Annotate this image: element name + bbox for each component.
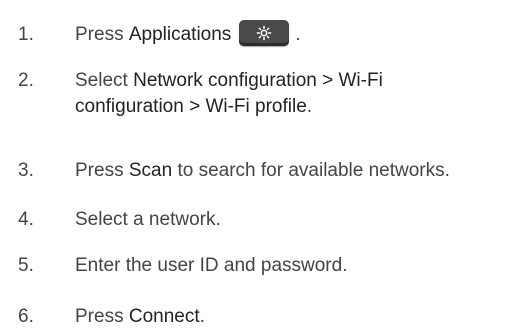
step-text-line-1: Select Network configuration > Wi-Fi	[75, 68, 530, 94]
step-number: 2.	[18, 70, 34, 91]
step-text-prefix: Select	[75, 70, 134, 91]
applications-key	[239, 19, 290, 46]
step-number: 6.	[18, 306, 34, 327]
step-text-line-2: configuration > Wi-Fi profile.	[75, 94, 530, 120]
gear-icon	[256, 25, 272, 41]
procedure-step-list: 1. Press Applications. 2. Select Network…	[0, 0, 530, 335]
step-text: Select a network.	[75, 209, 221, 230]
step-text-suffix: to search for available networks.	[172, 160, 450, 181]
step-text-prefix: Press	[75, 24, 129, 45]
step-text-prefix: Press	[75, 160, 129, 181]
scan-label: Scan	[128, 160, 173, 181]
step-number: 4.	[18, 209, 34, 230]
connect-label: Connect	[128, 306, 200, 327]
step-text: Press Applications.	[75, 19, 530, 48]
step-text: Enter the user ID and password.	[75, 255, 348, 276]
step-number: 3.	[18, 160, 34, 181]
menu-path-line-2: configuration > Wi-Fi profile	[75, 96, 307, 117]
step-text-suffix: .	[306, 96, 313, 117]
step-number: 1.	[18, 24, 34, 45]
step-number: 5.	[18, 255, 34, 276]
step-text-suffix: .	[199, 306, 205, 327]
step-text: Select Network configuration > Wi-Fi con…	[75, 68, 530, 120]
step-text: Press Scan to search for available netwo…	[75, 158, 530, 184]
applications-label: Applications	[128, 24, 232, 45]
menu-path-line-1: Network configuration > Wi-Fi	[133, 70, 383, 91]
step-text-prefix: Press	[75, 306, 129, 327]
step-text: Press Connect.	[75, 304, 530, 330]
step-text-suffix: .	[295, 24, 301, 45]
